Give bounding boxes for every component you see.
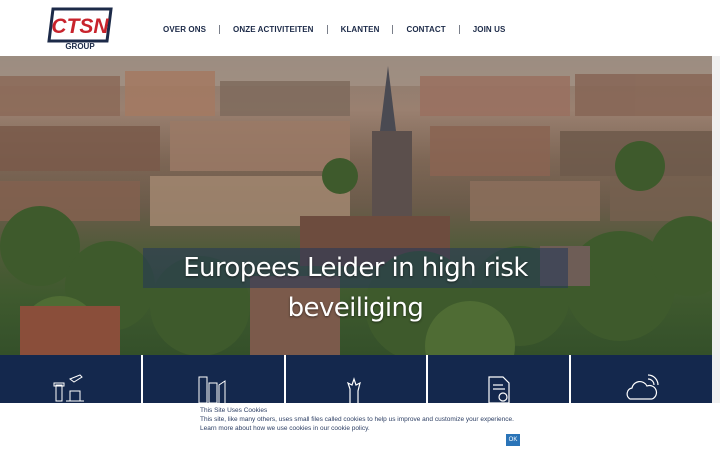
cookie-banner: This Site Uses Cookies This site, like m… (0, 403, 720, 450)
cookie-ok-button[interactable]: OK (506, 434, 520, 446)
document-badge-icon (488, 376, 510, 403)
cloud-signal-icon (626, 374, 659, 400)
hero-title: Europees Leider in high risk beveiliging (183, 253, 528, 323)
nav-contact[interactable]: CONTACT (393, 25, 458, 34)
cookie-title: This Site Uses Cookies (200, 407, 268, 414)
nav-over-ons[interactable]: OVER ONS (150, 25, 219, 34)
site-header: CTSN GROUP OVER ONS ONZE ACTIVITEITEN KL… (0, 0, 720, 56)
nav-klanten[interactable]: KLANTEN (328, 25, 393, 34)
logo-text: CTSN (51, 15, 109, 38)
airport-icon (53, 374, 85, 402)
nav-onze-activiteiten[interactable]: ONZE ACTIVITEITEN (220, 25, 327, 34)
ctsn-logo[interactable]: CTSN GROUP (45, 7, 115, 51)
buildings-icon (198, 376, 226, 403)
cookie-policy-link[interactable]: Learn more about how we use cookies in o… (200, 425, 370, 432)
hero-banner: Europees Leider in high risk beveiliging (0, 56, 712, 355)
cookie-text: This site, like many others, uses small … (200, 416, 514, 423)
main-nav: OVER ONS ONZE ACTIVITEITEN KLANTEN CONTA… (150, 20, 518, 38)
logo-subtext: GROUP (65, 42, 95, 51)
nav-join-us[interactable]: JOIN US (460, 25, 519, 34)
page-scrollbar[interactable] (712, 56, 720, 450)
guard-dog-icon (346, 377, 361, 403)
